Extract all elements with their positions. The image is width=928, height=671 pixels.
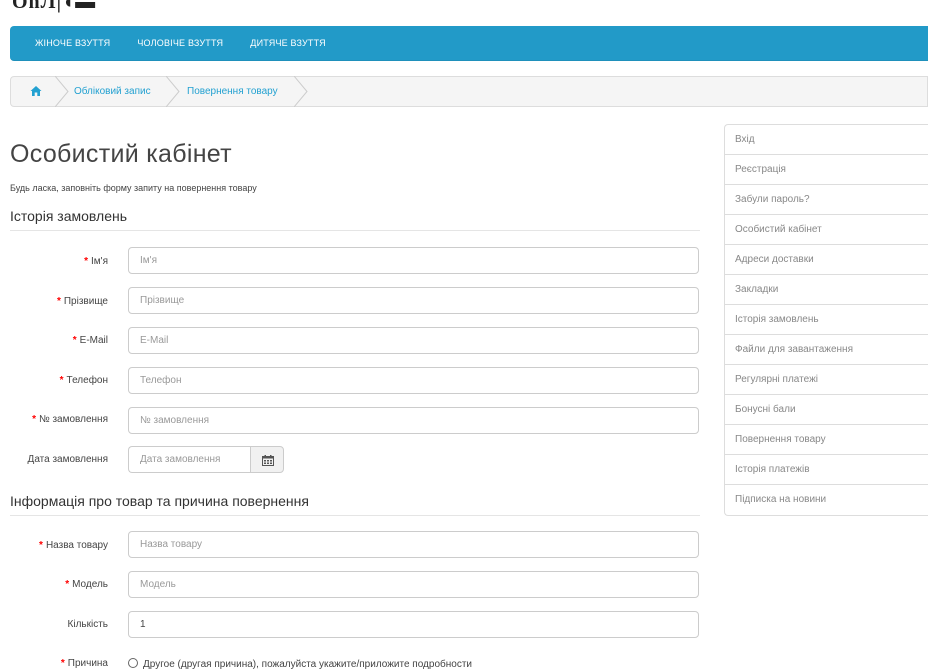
site-logo[interactable]: OnЛ|◖▬: [12, 0, 96, 14]
breadcrumb: Обліковий запис Повернення товару: [10, 76, 928, 107]
product-info-legend: Інформація про товар та причина повернен…: [10, 493, 700, 516]
quantity-label: Кількість: [67, 619, 108, 630]
breadcrumb-account[interactable]: Обліковий запис: [74, 77, 151, 106]
sidebar-item-register[interactable]: Реєстрація: [725, 155, 928, 185]
reason-label: * Причина: [60, 658, 108, 669]
quantity-input[interactable]: 1: [128, 611, 699, 638]
page-intro: Будь ласка, заповніть форму запиту на по…: [10, 183, 257, 193]
nav-item-womens-shoes[interactable]: ЖІНОЧЕ ВЗУТТЯ: [35, 26, 110, 61]
sidebar-item-wishlist[interactable]: Закладки: [725, 275, 928, 305]
sidebar-item-order-history[interactable]: Історія замовлень: [725, 305, 928, 335]
sidebar-item-reward-points[interactable]: Бонусні бали: [725, 395, 928, 425]
breadcrumb-returns[interactable]: Повернення товару: [187, 77, 278, 106]
required-mark: *: [84, 256, 89, 267]
order-number-label: * № замовлення: [32, 414, 108, 425]
sidebar-item-forgot-password[interactable]: Забули пароль?: [725, 185, 928, 215]
order-history-legend: Історія замовлень: [10, 208, 700, 231]
phone-input[interactable]: Телефон: [128, 367, 699, 394]
nav-item-kids-shoes[interactable]: ДИТЯЧЕ ВЗУТТЯ: [250, 26, 326, 61]
radio-button[interactable]: [128, 658, 138, 668]
calendar-icon: [262, 455, 274, 466]
sidebar-item-returns[interactable]: Повернення товару: [725, 425, 928, 455]
last-name-input[interactable]: Прізвище: [128, 287, 699, 314]
email-input[interactable]: E-Mail: [128, 327, 699, 354]
sidebar-item-recurring[interactable]: Регулярні платежі: [725, 365, 928, 395]
reason-option-other[interactable]: Другое (другая причина), пожалуйста укаж…: [128, 658, 472, 670]
sidebar-item-login[interactable]: Вхід: [725, 125, 928, 155]
model-input[interactable]: Модель: [128, 571, 699, 598]
breadcrumb-separator: [55, 76, 69, 107]
nav-item-mens-shoes[interactable]: ЧОЛОВІЧЕ ВЗУТТЯ: [137, 26, 223, 61]
calendar-button[interactable]: [250, 446, 284, 473]
required-mark: *: [32, 414, 36, 425]
product-name-label: * Назва товару: [39, 540, 108, 551]
required-mark: *: [59, 375, 64, 386]
order-number-input[interactable]: № замовлення: [128, 407, 699, 434]
account-sidebar: Вхід Реєстрація Забули пароль? Особистий…: [724, 124, 928, 516]
main-navbar: ЖІНОЧЕ ВЗУТТЯ ЧОЛОВІЧЕ ВЗУТТЯ ДИТЯЧЕ ВЗУ…: [10, 26, 928, 61]
required-mark: *: [39, 540, 43, 551]
sidebar-item-newsletter[interactable]: Підписка на новини: [725, 485, 928, 515]
sidebar-item-downloads[interactable]: Файли для завантаження: [725, 335, 928, 365]
first-name-input[interactable]: Ім'я: [128, 247, 699, 274]
sidebar-item-transactions[interactable]: Історія платежів: [725, 455, 928, 485]
order-date-label: Дата замовлення: [27, 454, 108, 465]
order-date-input[interactable]: Дата замовлення: [128, 446, 251, 473]
breadcrumb-separator: [166, 76, 180, 107]
order-date-group: Дата замовлення: [128, 446, 284, 473]
required-mark: *: [65, 579, 70, 590]
first-name-label: * Ім'я: [84, 256, 108, 267]
last-name-label: * Прізвище: [56, 296, 108, 307]
breadcrumb-separator: [294, 76, 308, 107]
required-mark: *: [72, 335, 77, 346]
home-icon[interactable]: [30, 85, 42, 97]
model-label: * Модель: [65, 579, 108, 590]
sidebar-item-addresses[interactable]: Адреси доставки: [725, 245, 928, 275]
phone-label: * Телефон: [59, 375, 108, 386]
required-mark: *: [56, 296, 61, 307]
required-mark: *: [60, 658, 65, 669]
page-title: Особистий кабінет: [10, 140, 232, 168]
product-name-input[interactable]: Назва товару: [128, 531, 699, 558]
sidebar-item-account[interactable]: Особистий кабінет: [725, 215, 928, 245]
email-label: * E-Mail: [72, 335, 108, 346]
